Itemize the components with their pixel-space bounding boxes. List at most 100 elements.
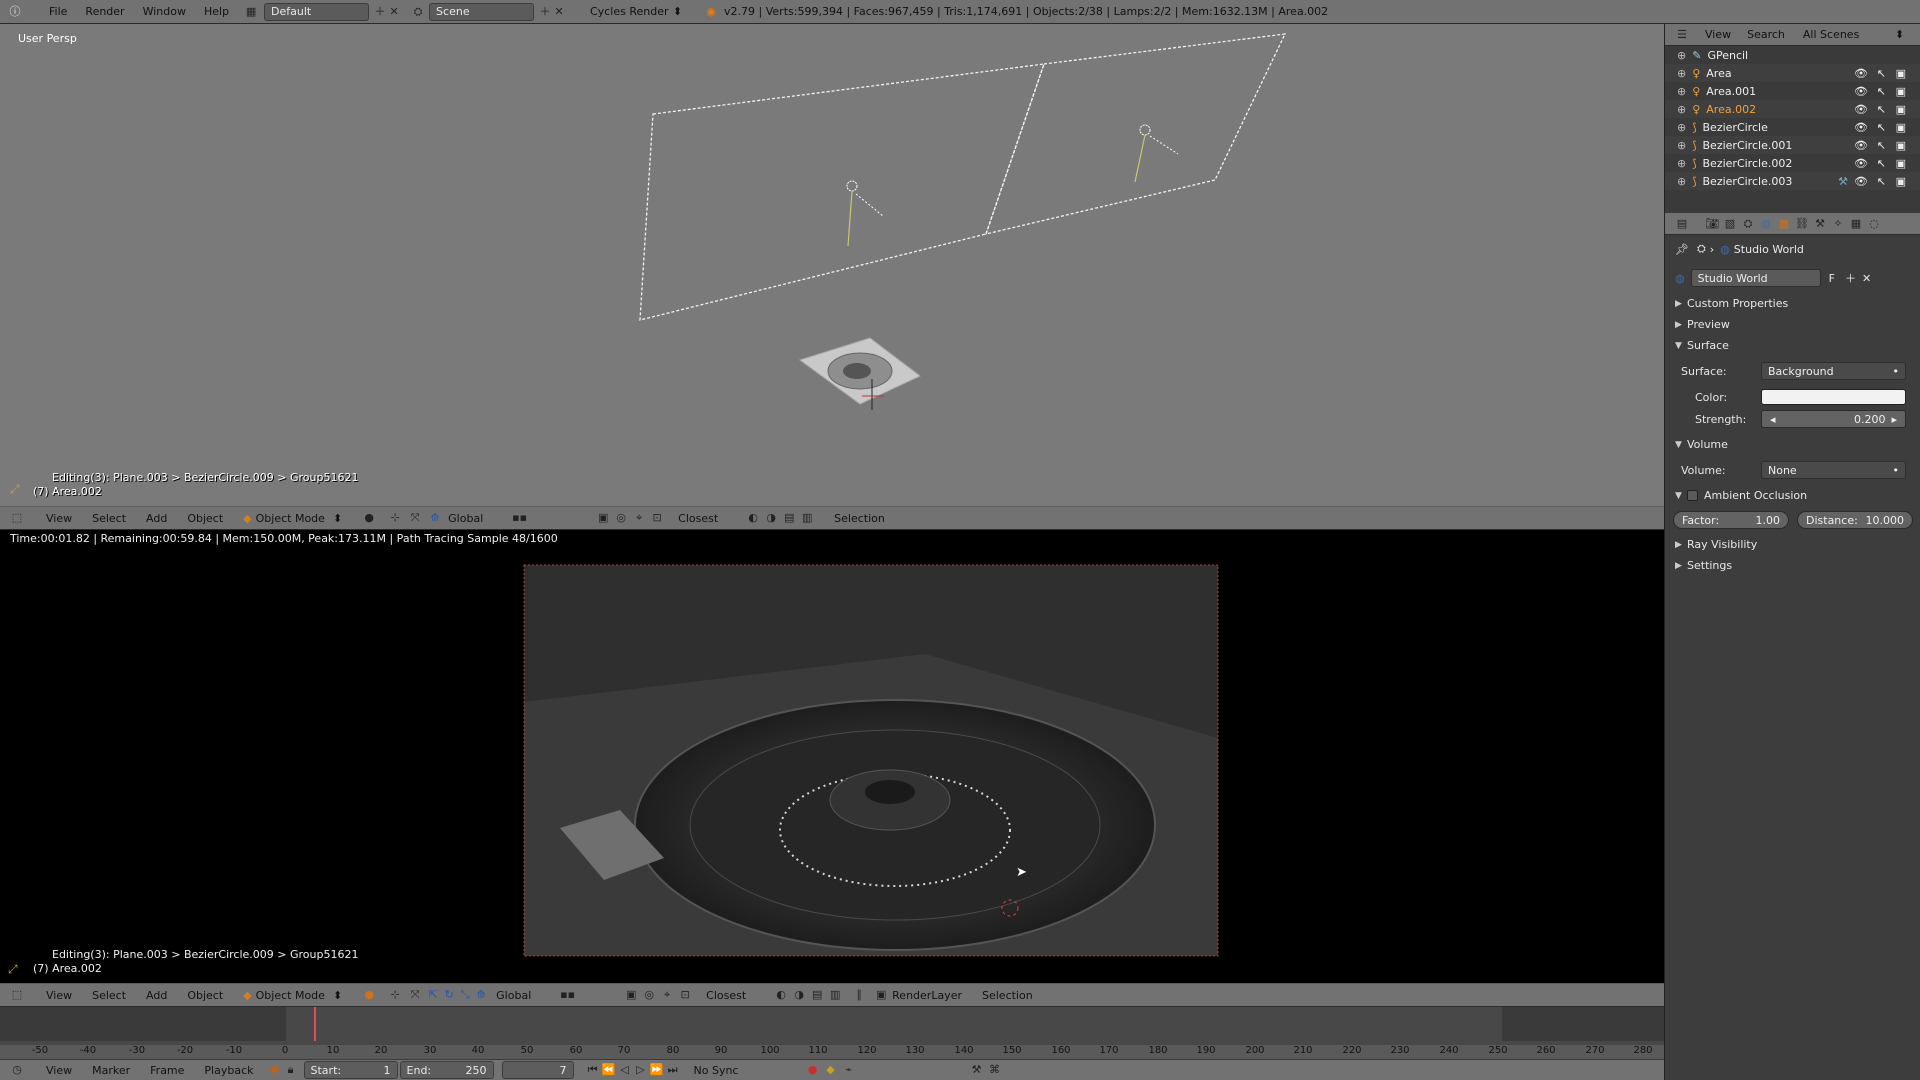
render-camera-icon[interactable]: ▣	[1896, 103, 1906, 116]
jump-keyframe-back-icon[interactable]: ⏪	[602, 1063, 616, 1077]
panel-preview[interactable]: ▶ Preview	[1665, 314, 1920, 335]
snap-element-icon[interactable]: ⊡	[678, 988, 692, 1002]
proportional-edit-icon[interactable]: ◎	[614, 511, 628, 525]
strength-slider[interactable]: ◂ 0.200 ▸	[1761, 410, 1906, 428]
mode-dropdown[interactable]: ◆ Object Mode ⬍	[237, 986, 349, 1004]
expand-icon[interactable]: ⊕	[1677, 121, 1686, 134]
select-arrow-icon[interactable]: ↖	[1877, 175, 1886, 188]
outliner-item[interactable]: ⊕ ✎ GPencil	[1665, 46, 1920, 64]
expand-icon[interactable]: ⊕	[1677, 139, 1686, 152]
render-layer-label[interactable]: RenderLayer	[892, 989, 962, 1002]
editor-type-icon[interactable]: ⬚	[10, 511, 24, 525]
menu-object[interactable]: Object	[177, 512, 233, 525]
jump-keyframe-forward-icon[interactable]: ⏩	[650, 1063, 664, 1077]
keying-set-icon[interactable]: ◉	[268, 1063, 282, 1077]
jump-start-icon[interactable]: ⏮	[586, 1063, 600, 1077]
add-world-icon[interactable]: ＋	[1845, 270, 1856, 286]
end-frame-field[interactable]: End: 250	[399, 1061, 494, 1079]
properties-editor[interactable]: ▤ 📷︎ ▧ ⛭ ◍ ▩ ⛓ ⚒ ✧ ▦ ◌ 📌︎ ⛭ › ◍ Studio W…	[1664, 213, 1920, 1080]
render-preview-icon[interactable]: ◐	[746, 511, 760, 525]
menu-add[interactable]: Add	[136, 512, 177, 525]
render-engine-dropdown[interactable]: Cycles Render ⬍	[584, 2, 689, 21]
expand-icon[interactable]: ⊕	[1677, 175, 1686, 188]
lock-layers-icon[interactable]: ▣	[596, 511, 610, 525]
expand-icon[interactable]: ⊕	[1677, 49, 1686, 62]
current-frame-field[interactable]: 7	[501, 1061, 574, 1079]
visibility-eye-icon[interactable]: 👁︎	[1854, 157, 1868, 170]
render-camera-icon[interactable]: ▣	[1896, 67, 1906, 80]
select-arrow-icon[interactable]: ↖	[1877, 121, 1886, 134]
start-frame-field[interactable]: Start: 1	[303, 1061, 398, 1079]
modifiers-tab-icon[interactable]: ⚒	[1813, 217, 1827, 231]
menu-add[interactable]: Add	[136, 989, 177, 1002]
rotate-icon[interactable]: ↻	[442, 988, 456, 1002]
remove-scene-icon[interactable]: ✕	[552, 5, 566, 19]
decrement-icon[interactable]: ◂	[1770, 413, 1776, 426]
ao-factor-slider[interactable]: Factor: 1.00	[1673, 511, 1789, 529]
viewport-shading-icon[interactable]: ●	[362, 511, 376, 525]
info-editor-icon[interactable]: ⓘ	[8, 5, 22, 19]
render-tab-icon[interactable]: 📷︎	[1705, 217, 1719, 231]
ao-distance-slider[interactable]: Distance: 10.000	[1797, 511, 1913, 529]
surface-shader-dropdown[interactable]: Background •	[1761, 362, 1906, 380]
scene-field[interactable]: Scene	[429, 2, 535, 21]
properties-editor-icon[interactable]: ▤	[1675, 217, 1689, 231]
proportional-edit-icon[interactable]: ◎	[642, 988, 656, 1002]
editor-type-icon[interactable]: ⬚	[10, 988, 24, 1002]
color-swatch[interactable]	[1761, 389, 1906, 405]
marker-icon[interactable]: ⌘	[988, 1063, 1002, 1077]
menu-select[interactable]: Select	[82, 512, 136, 525]
render-camera-icon[interactable]: ▣	[1896, 139, 1906, 152]
wrench-icon[interactable]: ⚒	[970, 1063, 984, 1077]
menu-frame[interactable]: Frame	[150, 1064, 184, 1077]
add-scene-icon[interactable]: ＋	[538, 5, 552, 19]
outliner-item[interactable]: ⊕ ⟆ BezierCircle.001 👁︎ ↖ ▣	[1665, 136, 1920, 154]
manipulator-icon[interactable]: ⤧	[408, 988, 422, 1002]
data-tab-icon[interactable]: ✧	[1831, 217, 1845, 231]
viewport-render[interactable]: Time:00:01.82 | Remaining:00:59.84 | Mem…	[0, 530, 1664, 983]
menu-object[interactable]: Object	[177, 989, 233, 1002]
menu-window[interactable]: Window	[134, 5, 195, 18]
snap-icon[interactable]: ⌖	[632, 511, 646, 525]
transform-axis-icon[interactable]: ⟰	[428, 511, 442, 525]
layout-field[interactable]: Default	[264, 2, 370, 21]
render-camera-icon[interactable]: ▣	[1896, 85, 1906, 98]
render-layer-icon[interactable]: ▣	[874, 988, 888, 1002]
menu-view[interactable]: View	[36, 989, 82, 1002]
menu-view[interactable]: View	[1705, 28, 1731, 41]
pin-icon[interactable]: 📌︎	[1675, 243, 1689, 256]
manipulator-icon[interactable]: ⤧	[408, 511, 422, 525]
keyframe-insert-icon[interactable]: ⌁	[842, 1063, 856, 1077]
select-arrow-icon[interactable]: ↖	[1877, 85, 1886, 98]
keyframe-icon[interactable]: ◆	[824, 1063, 838, 1077]
render-camera-icon[interactable]: ▣	[1896, 175, 1906, 188]
sync-dropdown[interactable]: No Sync	[694, 1064, 800, 1077]
display-mode-dropdown[interactable]: All Scenes	[1803, 28, 1895, 41]
menu-help[interactable]: Help	[195, 5, 238, 18]
expand-icon[interactable]: ⊕	[1677, 103, 1686, 116]
layers-icon[interactable]: ▪▪	[512, 511, 527, 525]
texture-tab-icon[interactable]: ▦	[1849, 217, 1863, 231]
animation-render-icon[interactable]: ▥	[828, 988, 842, 1002]
remove-layout-icon[interactable]: ✕	[387, 5, 401, 19]
add-layout-icon[interactable]: ＋	[373, 5, 387, 19]
record-icon[interactable]: ●	[806, 1063, 820, 1077]
screen-layout-icon[interactable]: ▦	[244, 5, 258, 19]
expand-icon[interactable]: ⊕	[1677, 67, 1686, 80]
play-reverse-icon[interactable]: ◁	[618, 1063, 632, 1077]
constraints-tab-icon[interactable]: ⛓	[1795, 217, 1809, 231]
scene-tab-icon[interactable]: ⛭	[1741, 217, 1755, 231]
world-icon[interactable]: ◍	[1675, 272, 1685, 285]
panel-surface[interactable]: ▼ Surface	[1665, 335, 1920, 356]
outliner-item[interactable]: ⊕ ⟆ BezierCircle.003 ⚒ 👁︎ ↖ ▣	[1665, 172, 1920, 190]
physics-tab-icon[interactable]: ◌	[1867, 217, 1881, 231]
fake-user-button[interactable]: F	[1829, 272, 1835, 285]
select-arrow-icon[interactable]: ↖	[1877, 103, 1886, 116]
outliner-item[interactable]: ⊕ ♀ Area.001 👁︎ ↖ ▣	[1665, 82, 1920, 100]
visibility-eye-icon[interactable]: 👁︎	[1854, 175, 1868, 188]
pivot-point-icon[interactable]: ⊹	[388, 988, 402, 1002]
outliner-editor-icon[interactable]: ☰	[1675, 28, 1689, 42]
expand-icon[interactable]: ⊕	[1677, 157, 1686, 170]
panel-custom-properties[interactable]: ▶ Custom Properties	[1665, 293, 1920, 314]
menu-file[interactable]: File	[40, 5, 76, 18]
